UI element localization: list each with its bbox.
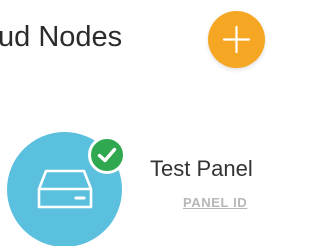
checkmark-icon [97,147,117,163]
nodes-page: ud Nodes Test Panel PANEL ID [0,0,283,246]
add-node-button[interactable] [208,11,265,68]
status-badge [88,136,126,174]
page-title: ud Nodes [0,21,123,53]
node-name: Test Panel [150,156,253,181]
panel-id-link[interactable]: PANEL ID [183,195,247,210]
plus-icon [222,25,251,54]
node-card[interactable]: Test Panel PANEL ID [0,120,283,246]
server-drive-icon [37,169,93,209]
